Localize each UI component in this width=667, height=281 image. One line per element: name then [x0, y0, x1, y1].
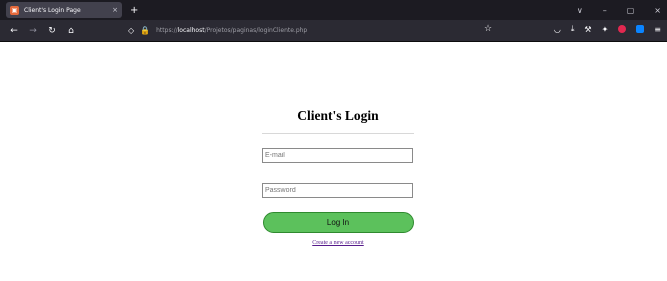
login-button[interactable]: Log In [262, 212, 414, 233]
close-tab-icon[interactable]: × [112, 6, 118, 14]
address-bar[interactable]: ◇ 🔒 https://localhost/Projetos/paginas/l… [128, 23, 498, 38]
home-icon[interactable]: ⌂ [66, 26, 76, 36]
password-field[interactable] [262, 183, 413, 198]
blue-extension-icon[interactable] [636, 25, 645, 33]
window-controls: ∨ – ▢ × [577, 0, 661, 20]
pocket-icon[interactable]: ◡ [554, 25, 561, 34]
minimize-icon[interactable]: – [603, 6, 607, 15]
tab-bar: ▣ Client's Login Page × + ∨ – ▢ × [0, 0, 667, 20]
red-extension-icon[interactable] [618, 25, 627, 33]
page-title: Client's Login [297, 108, 379, 123]
close-window-icon[interactable]: × [654, 6, 661, 15]
lock-icon[interactable]: 🔒 [140, 26, 150, 35]
login-form: Client's Login Log In Create a new accou… [262, 108, 414, 246]
create-account-link[interactable]: Create a new account [262, 240, 414, 246]
new-tab-button[interactable]: + [130, 5, 138, 16]
back-icon[interactable]: ← [9, 26, 19, 36]
title-divider [262, 133, 414, 134]
toolbar-icons: ◡ ⤓ ⚒ ✦ ≡ [554, 24, 661, 34]
navigation-bar: ← → ↻ ⌂ ◇ 🔒 https://localhost/Projetos/p… [0, 20, 667, 42]
favicon-icon: ▣ [10, 5, 19, 15]
bookmark-star-icon[interactable]: ☆ [484, 24, 492, 34]
tab-title: Client's Login Page [24, 6, 81, 14]
download-icon[interactable]: ⤓ [571, 24, 575, 34]
tab-client-login[interactable]: ▣ Client's Login Page × [6, 2, 122, 18]
reload-icon[interactable]: ↻ [47, 26, 57, 36]
wrench-icon[interactable]: ⚒ [584, 25, 591, 34]
url-text[interactable]: https://localhost/Projetos/paginas/login… [156, 27, 307, 34]
maximize-icon[interactable]: ▢ [627, 6, 635, 15]
forward-icon[interactable]: → [28, 26, 38, 36]
menu-icon[interactable]: ≡ [654, 25, 661, 34]
shield-icon[interactable]: ◇ [128, 26, 134, 35]
list-tabs-icon[interactable]: ∨ [577, 6, 583, 15]
browser-window: ▣ Client's Login Page × + ∨ – ▢ × ← → ↻ … [0, 0, 667, 281]
email-field[interactable] [262, 148, 413, 163]
page-content: Client's Login Log In Create a new accou… [0, 42, 667, 281]
extension-icon[interactable]: ✦ [602, 25, 609, 34]
